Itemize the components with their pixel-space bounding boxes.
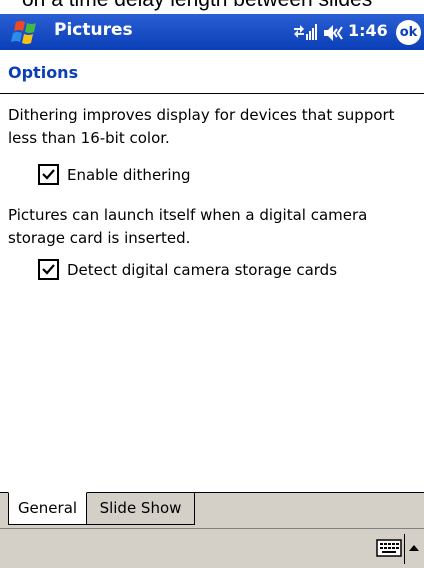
keyboard-icon[interactable] [376,539,402,557]
camera-description: Pictures can launch itself when a digita… [8,206,368,247]
detect-camera-checkbox[interactable] [38,259,59,280]
enable-dithering-label: Enable dithering [67,165,191,184]
divider [0,93,424,94]
input-arrow-up-icon[interactable] [404,534,423,564]
detect-camera-checkbox-row[interactable]: Detect digital camera storage cards [38,259,337,280]
dithering-description: Dithering improves display for devices t… [8,106,395,147]
title-bar: Pictures 1:46 ok [0,14,424,50]
tab-general[interactable]: General [8,492,87,525]
connectivity-icon[interactable] [293,22,317,42]
partial-caption: on a time delay length between slides [22,0,372,12]
ok-button[interactable]: ok [396,20,421,45]
tab-slide-show[interactable]: Slide Show [87,492,195,525]
detect-camera-label: Detect digital camera storage cards [67,260,338,279]
tab-bar: General Slide Show [0,492,424,529]
windows-start-icon[interactable] [8,19,44,46]
clock[interactable]: 1:46 [348,21,388,40]
app-title: Pictures [54,20,133,40]
enable-dithering-checkbox-row[interactable]: Enable dithering [38,164,191,185]
volume-icon[interactable] [323,24,345,42]
enable-dithering-checkbox[interactable] [38,164,59,185]
section-title: Options [8,63,79,82]
partial-text-strip: on a time delay length between slides [0,0,424,14]
checkmark-icon [42,264,55,275]
caret-up-icon [409,545,419,551]
menu-bar [0,528,424,568]
checkmark-icon [42,169,55,180]
